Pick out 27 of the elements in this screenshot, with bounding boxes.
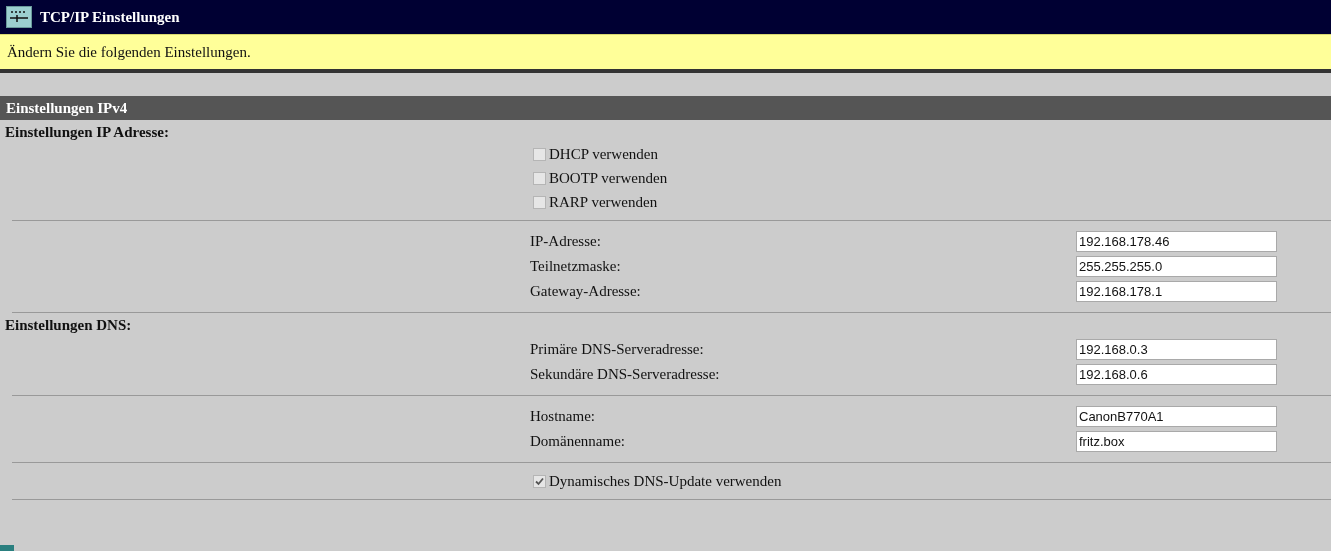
field-label: Gateway-Adresse: [530,282,642,302]
checkbox[interactable] [533,195,546,209]
checkbox-label: Dynamisches DNS-Update verwenden [549,471,782,491]
input-field[interactable]: 192.168.178.46 [1076,231,1277,252]
section-title: Einstellungen IPv4 [6,98,128,118]
field-label: Teilnetzmaske: [530,257,622,277]
checkbox-label: RARP verwenden [549,192,658,212]
input-field[interactable]: 192.168.0.3 [1076,339,1277,360]
input-field[interactable]: 255.255.255.0 [1076,256,1277,277]
checkbox-label: BOOTP verwenden [549,168,668,188]
checkbox-label: DHCP verwenden [549,144,658,164]
checkbox[interactable] [533,171,546,185]
notice-text: Ändern Sie die folgenden Einstellungen. [7,42,251,62]
checkbox[interactable] [533,147,546,161]
field-label: IP-Adresse: [530,232,602,252]
group-heading: Einstellungen IP Adresse: [5,122,169,142]
input-field[interactable]: fritz.box [1076,431,1277,452]
group-heading: Einstellungen DNS: [5,315,132,335]
field-label: Hostname: [530,407,596,427]
field-label: Domänenname: [530,432,626,452]
input-field[interactable]: CanonB770A1 [1076,406,1277,427]
window-title: TCP/IP Einstellungen [40,7,180,27]
field-label: Sekundäre DNS-Serveradresse: [530,365,721,385]
checkbox[interactable] [533,474,546,488]
input-field[interactable]: 192.168.0.6 [1076,364,1277,385]
field-label: Primäre DNS-Serveradresse: [530,340,705,360]
input-field[interactable]: 192.168.178.1 [1076,281,1277,302]
